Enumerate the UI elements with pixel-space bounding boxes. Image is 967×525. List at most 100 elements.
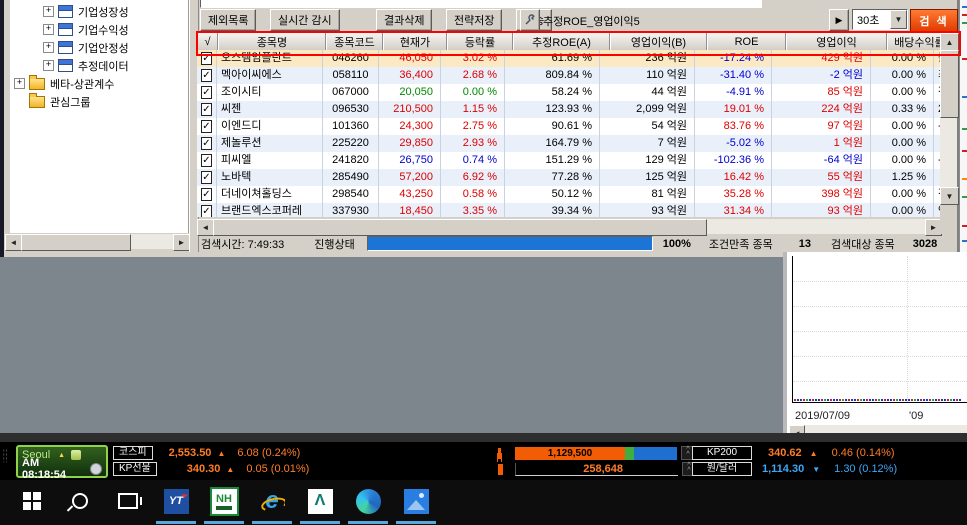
chart-data-mark [851, 399, 853, 401]
progress-fill [368, 237, 652, 250]
red-arrow-icon [180, 490, 187, 497]
column-header-2[interactable]: 종목코드 [326, 33, 383, 50]
vscroll-down-icon[interactable]: ▼ [940, 187, 959, 205]
column-header-1[interactable]: 종목명 [218, 33, 326, 50]
vscroll-up-icon[interactable]: ▲ [940, 33, 959, 51]
chart-data-mark [869, 399, 871, 401]
table-row[interactable]: ✓더네이쳐홀딩스29854043,2500.58 %50.12 %81 억원35… [197, 186, 940, 203]
taskbar-photos-button[interactable] [394, 480, 438, 522]
table-row[interactable]: ✓브랜드엑스코퍼레33793018,4503.35 %39.34 %93 억원3… [197, 203, 940, 217]
tree-hscroll-right-icon[interactable]: ► [173, 234, 190, 251]
hscroll-thumb[interactable] [213, 219, 707, 236]
tree-hscroll-left-icon[interactable]: ◄ [5, 234, 22, 251]
checkbox-checked-icon[interactable]: ✓ [201, 188, 211, 201]
window-icon [58, 59, 73, 72]
chevron-down-icon[interactable]: ▼ [890, 10, 907, 29]
window-bottom-strip [0, 433, 967, 442]
cell-code: 067000 [323, 84, 379, 101]
expand-plus-icon[interactable]: + [43, 6, 54, 17]
column-header-5[interactable]: 추정ROE(A) [513, 33, 610, 50]
table-row[interactable]: ✓오스템임플란트04826046,0503.02 %61.69 %236 억원-… [197, 50, 940, 67]
column-header-6[interactable]: 영업이익(B) [610, 33, 707, 50]
taskbar-edge-button[interactable] [346, 480, 390, 522]
expand-plus-icon[interactable]: + [14, 78, 25, 89]
table-row[interactable]: ✓조이시티06700020,0500.00 %58.24 %44 억원-4.91… [197, 84, 940, 101]
edge-quote-mark [962, 6, 967, 8]
toolbar-button-3[interactable]: 전략저장 [446, 9, 502, 31]
edge-quote-mark [962, 128, 967, 130]
checkbox-checked-icon[interactable]: ✓ [201, 137, 211, 150]
chart-data-mark [809, 399, 811, 401]
table-row[interactable]: ✓피씨엘24182026,7500.74 %151.29 %129 억원-102… [197, 152, 940, 169]
taskbar-start-button[interactable] [10, 480, 54, 522]
column-header-7[interactable]: ROE [707, 33, 786, 50]
top-clipped-field[interactable] [200, 0, 762, 8]
column-header-3[interactable]: 현재가 [383, 33, 447, 50]
cell-op: 398 억원 [772, 186, 871, 203]
sidebar-item-0[interactable]: +기업성장성 [43, 3, 129, 20]
tree-hscrollbar[interactable]: ◄ ► [5, 234, 188, 249]
checkbox-checked-icon[interactable]: ✓ [201, 205, 211, 217]
checkbox-checked-icon[interactable]: ✓ [201, 171, 211, 184]
taskbar-yt-app-button[interactable]: YT [154, 480, 198, 522]
checkbox-checked-icon[interactable]: ✓ [201, 103, 211, 116]
ticker-grip-handle[interactable]: ∷∷∷∷ [3, 448, 9, 472]
sidebar-item-1[interactable]: +기업수익성 [43, 21, 129, 38]
table-row[interactable]: ✓씨젠096530210,5001.15 %123.93 %2,099 억원19… [197, 101, 940, 118]
expand-plus-icon[interactable]: + [43, 60, 54, 71]
sidebar-item-4[interactable]: +베타-상관계수 [14, 75, 114, 92]
search-button[interactable]: 검 색 [910, 9, 958, 32]
sun-shape [419, 493, 424, 498]
kospi-row: 코스피 2,553.50 ▲ 6.08 (0.24%) [113, 446, 300, 460]
table-row[interactable]: ✓제놀루션22522029,8502.93 %164.79 %7 억원-5.02… [197, 135, 940, 152]
expand-plus-icon[interactable]: + [43, 42, 54, 53]
edge-quote-mark [962, 225, 967, 227]
column-header-4[interactable]: 등락률 [447, 33, 513, 50]
kpfutures-change: 0.05 (0.01%) [246, 463, 309, 475]
checkbox-checked-icon[interactable]: ✓ [201, 86, 211, 99]
interval-combobox[interactable]: 30초 ▼ [852, 9, 908, 30]
table-row[interactable]: ✓노바텍28549057,2006.92 %77.28 %125 억원16.42… [197, 169, 940, 186]
toolbar-button-2[interactable]: 결과삭제 [376, 9, 432, 31]
checkbox-checked-icon[interactable]: ✓ [201, 69, 211, 82]
cell-price: 57,200 [379, 169, 441, 186]
sidebar-item-2[interactable]: +기업안정성 [43, 39, 129, 56]
edge-quote-mark [962, 22, 967, 24]
chart-data-mark [917, 399, 919, 401]
cell-roeA: 61.69 % [505, 50, 600, 67]
vscroll-thumb[interactable] [940, 50, 959, 118]
play-button[interactable]: ▶ [829, 9, 849, 31]
taskbar-search-button[interactable] [58, 480, 102, 522]
cell-op: -64 억원 [772, 152, 871, 169]
table-hscrollbar[interactable]: ◄ ► [197, 219, 940, 234]
hscroll-left-icon[interactable]: ◄ [197, 219, 214, 236]
column-header-8[interactable]: 영업이익 [786, 33, 887, 50]
checkbox-checked-icon[interactable]: ✓ [201, 154, 211, 167]
cell-roe: 31.34 % [695, 203, 772, 217]
checkbox-checked-icon[interactable]: ✓ [201, 120, 211, 133]
taskbar-ie-button[interactable]: e [250, 480, 294, 522]
sidebar-item-5[interactable]: 관심그룹 [14, 93, 90, 110]
checkbox-checked-icon[interactable]: ✓ [201, 52, 211, 65]
expand-plus-icon[interactable]: + [43, 24, 54, 35]
table-row[interactable]: ✓이엔드디10136024,3002.75 %90.61 %54 억원83.76… [197, 118, 940, 135]
taskbar-nh-app-button[interactable]: NH [202, 480, 246, 522]
taskbar-task-view-button[interactable] [106, 480, 150, 522]
toolbar-button-1[interactable]: 실시간 감시 [270, 9, 340, 31]
usdkrw-row: 원/달러 1,114.30 ▼ 1.30 (0.12%) [692, 462, 897, 476]
taskbar-lambda-app-button[interactable]: Λ [298, 480, 342, 522]
cell-roe: -17.24 % [695, 50, 772, 67]
column-header-0[interactable]: √ [197, 33, 218, 50]
toolbar-button-0[interactable]: 제외목록 [200, 9, 256, 31]
sidebar-item-3[interactable]: +추정데이터 [43, 57, 129, 74]
table-vscrollbar[interactable]: ▲ ▼ [940, 33, 957, 203]
chart-data-mark [800, 399, 802, 401]
chart-data-mark [914, 399, 916, 401]
cell-price: 20,050 [379, 84, 441, 101]
chart-data-mark [881, 399, 883, 401]
world-clock-widget[interactable]: Seoul ▲ AM 08:18:54 [16, 445, 108, 478]
chart-data-mark [842, 399, 844, 401]
settings-wrench-button[interactable] [520, 9, 540, 31]
tree-hscroll-thumb[interactable] [21, 234, 131, 251]
table-row[interactable]: ✓멕아이씨에스05811036,4002.68 %809.84 %110 억원-… [197, 67, 940, 84]
